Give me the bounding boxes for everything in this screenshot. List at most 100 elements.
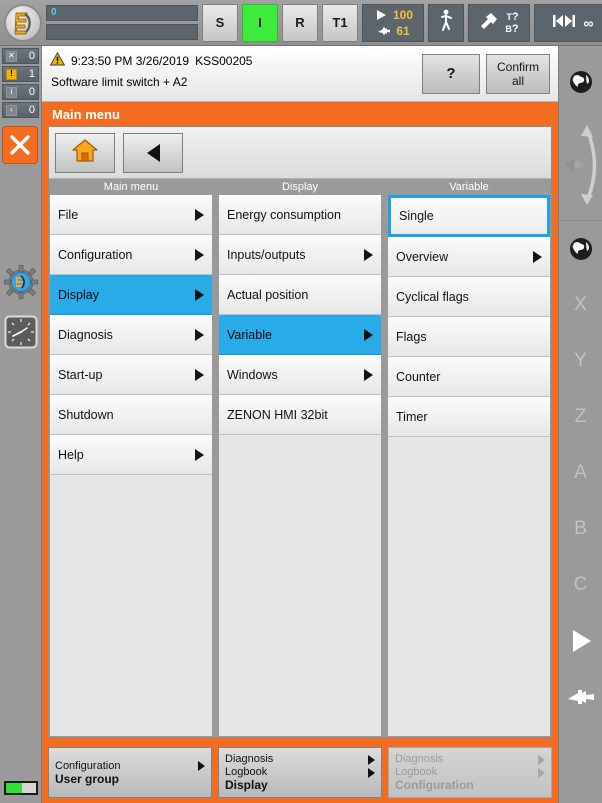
menu-item-label: Display	[58, 287, 99, 302]
menu-item-flags[interactable]: Flags	[388, 317, 550, 357]
menu-item-actual-position[interactable]: Actual position	[219, 275, 381, 315]
program-override-value: 100	[392, 7, 414, 22]
menu-item-label: Actual position	[227, 287, 309, 302]
chevron-right-icon	[368, 767, 375, 778]
hand-icon	[376, 25, 392, 37]
menu-item-energy-consumption[interactable]: Energy consumption	[219, 195, 381, 235]
status-key-logbook-display[interactable]: Diagnosis Logbook Display	[218, 747, 382, 798]
jog-axis-X[interactable]: X	[559, 277, 602, 333]
menu-item-display[interactable]: Display	[50, 275, 212, 315]
world-globe-icon-bottom[interactable]	[559, 221, 602, 277]
play-icon	[373, 9, 389, 21]
menu-columns: Main menu File Configuration Display Dia…	[49, 179, 551, 737]
message-timestamp: 9:23:50 PM 3/26/2019	[71, 53, 190, 68]
menu-item-counter[interactable]: Counter	[388, 357, 550, 397]
status-key-user-group[interactable]: Configuration User group	[48, 747, 212, 798]
status-key-line-label: Logbook	[225, 766, 268, 778]
message-buttons: ? Confirm all	[418, 46, 558, 101]
menu-item-timer[interactable]: Timer	[388, 397, 550, 437]
operating-mode-T1[interactable]: T1	[322, 3, 358, 42]
counter-info[interactable]: i 0	[2, 84, 39, 100]
jog-axis-Y[interactable]: Y	[559, 333, 602, 389]
menu-item-label: Diagnosis	[58, 327, 113, 342]
jog-axis-Z[interactable]: Z	[559, 389, 602, 445]
chevron-right-icon	[364, 328, 373, 341]
column-body-main: File Configuration Display Diagnosis Sta…	[49, 195, 213, 737]
chevron-right-icon	[195, 208, 204, 221]
jog-axis-B[interactable]: B	[559, 501, 602, 557]
increment-value: ∞	[583, 14, 594, 31]
chevron-right-icon	[364, 368, 373, 381]
status-key-I[interactable]: I	[242, 3, 278, 42]
menu-item-cyclical-flags[interactable]: Cyclical flags	[388, 277, 550, 317]
status-key-S[interactable]: S	[202, 3, 238, 42]
menu-item-shutdown[interactable]: Shutdown	[50, 395, 212, 435]
status-key-logbook-configuration: Diagnosis Logbook Configuration	[388, 747, 552, 798]
jog-axis-A[interactable]: A	[559, 445, 602, 501]
message-bar[interactable]: 9:23:50 PM 3/26/2019 KSS00205 Software l…	[42, 46, 558, 102]
chevron-right-icon	[195, 288, 204, 301]
menu-item-start-up[interactable]: Start-up	[50, 355, 212, 395]
submit-interpreter-field[interactable]: 0	[46, 5, 198, 21]
right-rail: X Y Z A B C	[558, 46, 602, 803]
override-speed-button[interactable]: 100 61	[362, 3, 424, 42]
message-counters: ✕ 0 ! 1 i 0 ‹ 0	[0, 46, 41, 118]
hand-jog-icon[interactable]	[559, 669, 602, 725]
confirm-all-button[interactable]: Confirm all	[486, 53, 550, 94]
menu-item-label: Cyclical flags	[396, 289, 469, 304]
menu-item-configuration[interactable]: Configuration	[50, 235, 212, 275]
counter-wait[interactable]: ‹ 0	[2, 102, 39, 118]
menu-item-label: ZENON HMI 32bit	[227, 407, 328, 422]
menu-item-inputs-outputs[interactable]: Inputs/outputs	[219, 235, 381, 275]
tool-base-button[interactable]: T? B?	[468, 3, 530, 42]
kuka-robot-icon[interactable]	[4, 3, 42, 42]
battery-icon	[4, 781, 38, 795]
increment-jog-button[interactable]: ∞	[534, 3, 602, 42]
message-code: KSS00205	[195, 53, 253, 68]
menu-item-single[interactable]: Single	[388, 195, 550, 237]
stop-x-button[interactable]	[2, 126, 38, 164]
status-key-R[interactable]: R	[282, 3, 318, 42]
menu-item-label: Windows	[227, 367, 278, 382]
counter-acknowledge[interactable]: ✕ 0	[2, 48, 39, 64]
clock-icon[interactable]	[3, 314, 39, 350]
jog-axis-C[interactable]: C	[559, 557, 602, 613]
status-key-line: Logbook	[395, 766, 545, 779]
main-menu-panel: Main menu Main menu File Configuration D…	[42, 102, 558, 742]
jog-rotate-arrows-icon[interactable]	[559, 110, 602, 220]
menu-item-zenon-hmi[interactable]: ZENON HMI 32bit	[219, 395, 381, 435]
menu-item-windows[interactable]: Windows	[219, 355, 381, 395]
menu-item-file[interactable]: File	[50, 195, 212, 235]
counter-warning[interactable]: ! 1	[2, 66, 39, 82]
world-globe-icon-top[interactable]	[559, 54, 602, 110]
program-name-field[interactable]	[46, 24, 198, 40]
wait-icon: ‹	[6, 104, 17, 116]
menu-item-help[interactable]: Help	[50, 435, 212, 475]
jog-mode-button[interactable]	[428, 3, 464, 42]
message-header-line: 9:23:50 PM 3/26/2019 KSS00205	[49, 51, 418, 69]
counter-acknowledge-value: 0	[28, 50, 35, 62]
menu-item-overview[interactable]: Overview	[388, 237, 550, 277]
info-icon: i	[6, 86, 17, 98]
chevron-right-icon	[195, 248, 204, 261]
counter-wait-value: 0	[28, 104, 35, 116]
back-button[interactable]	[123, 132, 183, 173]
home-button[interactable]	[55, 132, 115, 173]
column-body-variable: Single Overview Cyclical flags Flags Cou…	[387, 195, 551, 737]
status-key-line: Display	[225, 779, 375, 792]
menu-column-display: Display Energy consumption Inputs/output…	[218, 179, 382, 737]
message-help-button[interactable]: ?	[422, 53, 480, 94]
play-triangle-icon[interactable]	[559, 613, 602, 669]
menu-item-label: Timer	[396, 409, 428, 424]
tool-base-values: T? B?	[505, 11, 518, 35]
message-body: Software limit switch + A2	[51, 75, 188, 89]
status-key-line: Diagnosis	[395, 753, 545, 766]
status-key-line-label: Diagnosis	[395, 753, 444, 765]
chevron-right-icon	[368, 754, 375, 765]
robot-config-gear-icon[interactable]	[3, 264, 39, 300]
base-value: ?	[511, 22, 519, 35]
chevron-right-icon	[533, 250, 542, 263]
menu-item-variable[interactable]: Variable	[219, 315, 381, 355]
menu-item-diagnosis[interactable]: Diagnosis	[50, 315, 212, 355]
message-text-area[interactable]: 9:23:50 PM 3/26/2019 KSS00205 Software l…	[42, 46, 418, 101]
